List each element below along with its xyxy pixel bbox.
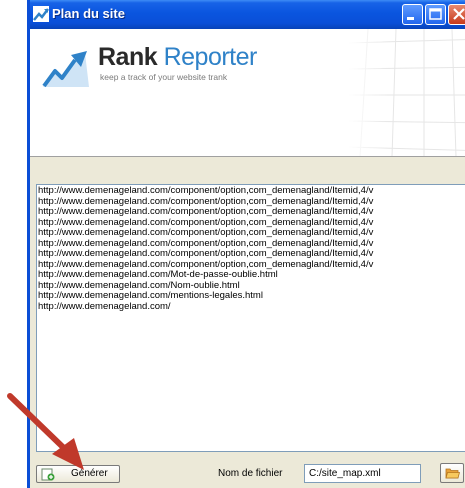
annotation-arrow-icon [7, 393, 84, 470]
brand-name-main: Rank [98, 43, 158, 71]
filename-input[interactable]: C:/site_map.xml [304, 464, 421, 483]
close-icon [453, 8, 465, 20]
folder-open-icon [445, 468, 460, 479]
list-item[interactable]: http://www.demenageland.com/component/op… [38, 206, 465, 218]
filename-label: Nom de fichier [218, 468, 283, 479]
window-title: Plan du site [52, 6, 125, 21]
maximize-icon [429, 8, 442, 20]
list-item[interactable]: http://www.demenageland.com/mentions-leg… [38, 290, 465, 302]
grid-decoration [348, 29, 465, 156]
browse-button[interactable] [440, 463, 464, 483]
list-item[interactable]: http://www.demenageland.com/component/op… [38, 248, 465, 260]
app-banner: Rank Reporter keep a track of your websi… [30, 29, 465, 157]
list-item[interactable]: http://www.demenageland.com/ [38, 301, 465, 313]
url-list[interactable]: http://www.demenageland.com/component/op… [36, 184, 465, 452]
list-item[interactable]: http://www.demenageland.com/Mot-de-passe… [38, 269, 465, 281]
minimize-button[interactable] [402, 4, 423, 25]
chart-icon [33, 6, 49, 22]
list-item[interactable]: http://www.demenageland.com/component/op… [38, 185, 465, 197]
brand-name-accent: Reporter [163, 43, 258, 71]
minimize-icon [407, 17, 414, 20]
brand-name: Rank Reporter [98, 43, 257, 72]
maximize-button[interactable] [425, 4, 446, 25]
list-item[interactable]: http://www.demenageland.com/component/op… [38, 227, 465, 239]
rank-reporter-logo-icon [41, 49, 91, 89]
brand-tagline: keep a track of your website trank [100, 72, 228, 82]
close-button[interactable] [448, 4, 465, 25]
title-bar[interactable]: Plan du site [30, 0, 465, 29]
